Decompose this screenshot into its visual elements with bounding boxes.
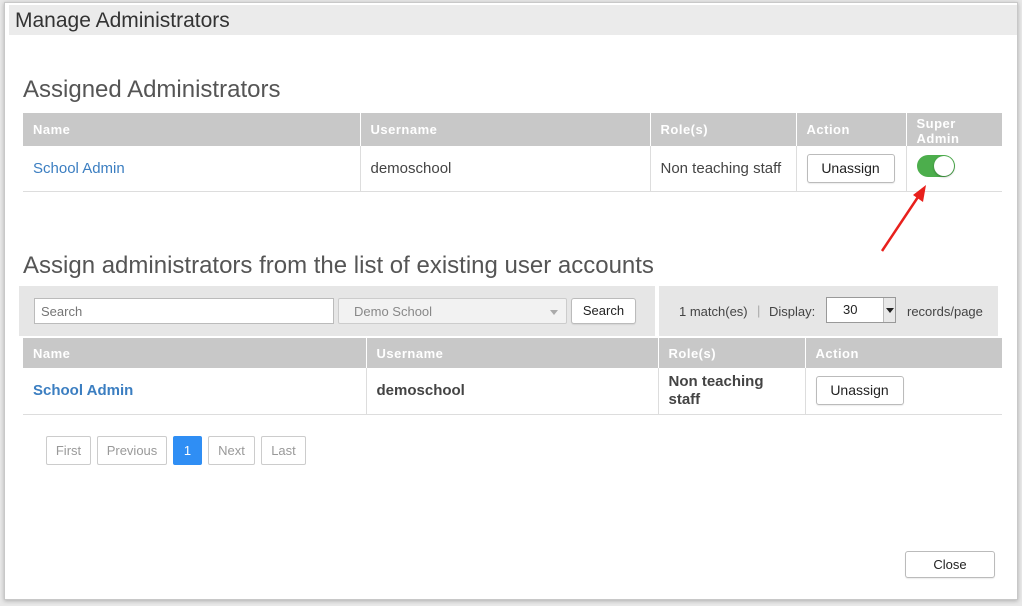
school-select-value: Demo School (354, 304, 433, 319)
assigned-administrators-heading: Assigned Administrators (23, 76, 281, 103)
search-toolbar: Demo School Search 1 match(es) | Display… (19, 286, 998, 336)
unassign-button[interactable]: Unassign (806, 153, 895, 183)
super-admin-toggle[interactable] (916, 155, 955, 178)
pager-first-button[interactable]: First (46, 436, 91, 465)
annotation-arrow-icon (880, 185, 926, 252)
pager-next-button[interactable]: Next (208, 436, 255, 465)
assign-administrators-heading: Assign administrators from the list of e… (23, 252, 654, 279)
column-header-username[interactable]: Username (366, 338, 659, 368)
school-select[interactable]: Demo School (338, 298, 567, 324)
separator: | (757, 303, 761, 318)
pager-last-button[interactable]: Last (261, 436, 306, 465)
chevron-down-icon (550, 310, 558, 315)
records-per-page-label: records/page (907, 304, 983, 319)
user-roles: Non teaching staff (658, 368, 806, 415)
records-per-page-select[interactable]: 30 (826, 297, 896, 323)
search-button[interactable]: Search (571, 298, 636, 324)
pager-previous-button[interactable]: Previous (97, 436, 167, 465)
table-header-row: Name Username Role(s) Action (23, 338, 1002, 368)
pager-page-1-button[interactable]: 1 (173, 436, 202, 465)
column-header-name[interactable]: Name (23, 338, 367, 368)
column-header-roles[interactable]: Role(s) (658, 338, 806, 368)
match-count: 1 match(es) (679, 304, 748, 319)
column-header-action: Action (805, 338, 1002, 368)
column-header-name[interactable]: Name (23, 113, 361, 146)
toolbar-divider (655, 286, 659, 336)
unassign-button[interactable]: Unassign (815, 376, 904, 406)
admin-username: demoschool (360, 146, 651, 192)
column-header-super-admin: Super Admin (906, 113, 1002, 146)
assigned-administrators-table: Name Username Role(s) Action Super Admin… (23, 113, 1002, 192)
search-input[interactable] (34, 298, 334, 324)
admin-roles: Non teaching staff (650, 146, 797, 192)
table-row: School Admin demoschool Non teaching sta… (23, 368, 1002, 415)
dropdown-arrow-icon (883, 298, 895, 322)
toggle-knob (933, 156, 954, 177)
user-accounts-table: Name Username Role(s) Action School Admi… (23, 338, 1002, 415)
column-header-action: Action (796, 113, 907, 146)
user-username: demoschool (366, 368, 659, 415)
table-header-row: Name Username Role(s) Action Super Admin (23, 113, 1002, 146)
close-button[interactable]: Close (905, 551, 995, 578)
column-header-username[interactable]: Username (360, 113, 651, 146)
table-row: School Admin demoschool Non teaching sta… (23, 146, 1002, 192)
records-per-page-value: 30 (843, 302, 858, 317)
admin-name-link[interactable]: School Admin (33, 160, 125, 177)
column-header-roles[interactable]: Role(s) (650, 113, 797, 146)
display-label: Display: (769, 304, 816, 319)
dialog-title: Manage Administrators (9, 5, 1017, 35)
user-name-link[interactable]: School Admin (33, 382, 133, 399)
